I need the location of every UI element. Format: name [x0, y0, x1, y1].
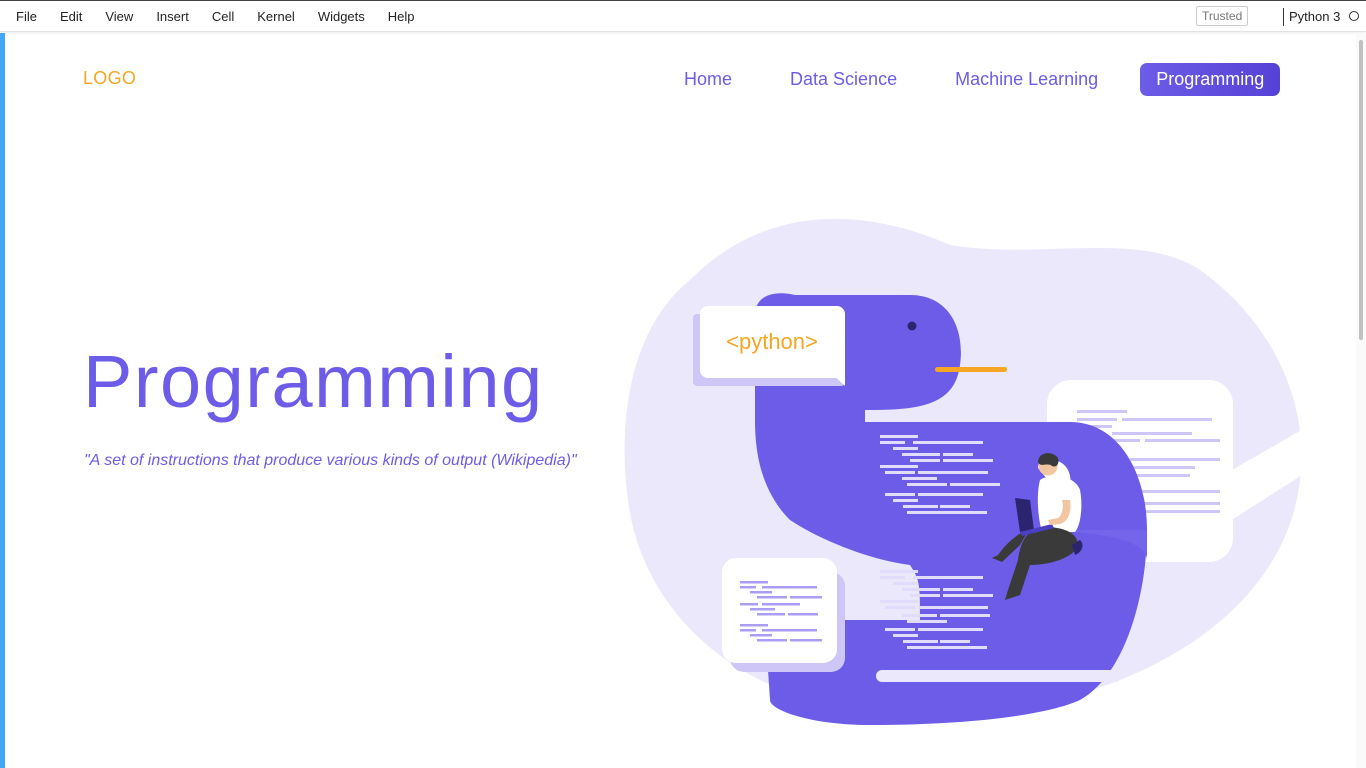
nav-machine-learning[interactable]: Machine Learning — [939, 63, 1114, 96]
snake-eye — [907, 321, 917, 331]
trusted-badge[interactable]: Trusted — [1196, 6, 1249, 26]
python-badge: <python> — [693, 306, 845, 386]
menu-edit[interactable]: Edit — [50, 1, 92, 32]
menu-list: File Edit View Insert Cell Kernel Widget… — [6, 1, 428, 32]
scrollbar-thumb[interactable] — [1359, 40, 1363, 340]
top-navigation: Home Data Science Machine Learning Progr… — [668, 63, 1281, 96]
python-badge-text: <python> — [726, 329, 818, 354]
menu-kernel[interactable]: Kernel — [247, 1, 305, 32]
selected-cell-indicator — [0, 33, 5, 768]
ground-line — [876, 670, 1121, 682]
snake-tongue — [935, 367, 1007, 372]
kernel-divider — [1283, 8, 1284, 26]
menu-view[interactable]: View — [95, 1, 143, 32]
kernel-name[interactable]: Python 3 — [1289, 1, 1340, 32]
kernel-idle-icon — [1349, 11, 1359, 21]
nav-data-science[interactable]: Data Science — [774, 63, 913, 96]
menu-cell[interactable]: Cell — [202, 1, 244, 32]
menu-widgets[interactable]: Widgets — [308, 1, 375, 32]
menu-insert[interactable]: Insert — [146, 1, 199, 32]
nav-programming[interactable]: Programming — [1140, 63, 1281, 96]
site-logo[interactable]: LOGO — [83, 68, 136, 89]
menu-file[interactable]: File — [6, 1, 47, 32]
hero-quote: "A set of instructions that produce vari… — [84, 452, 577, 469]
notebook-menubar: File Edit View Insert Cell Kernel Widget… — [0, 0, 1366, 32]
code-card-left — [722, 558, 845, 672]
nav-home[interactable]: Home — [668, 63, 748, 96]
hero-title: Programming — [83, 340, 544, 423]
python-illustration: <python> — [624, 218, 1310, 725]
menu-help[interactable]: Help — [378, 1, 425, 32]
